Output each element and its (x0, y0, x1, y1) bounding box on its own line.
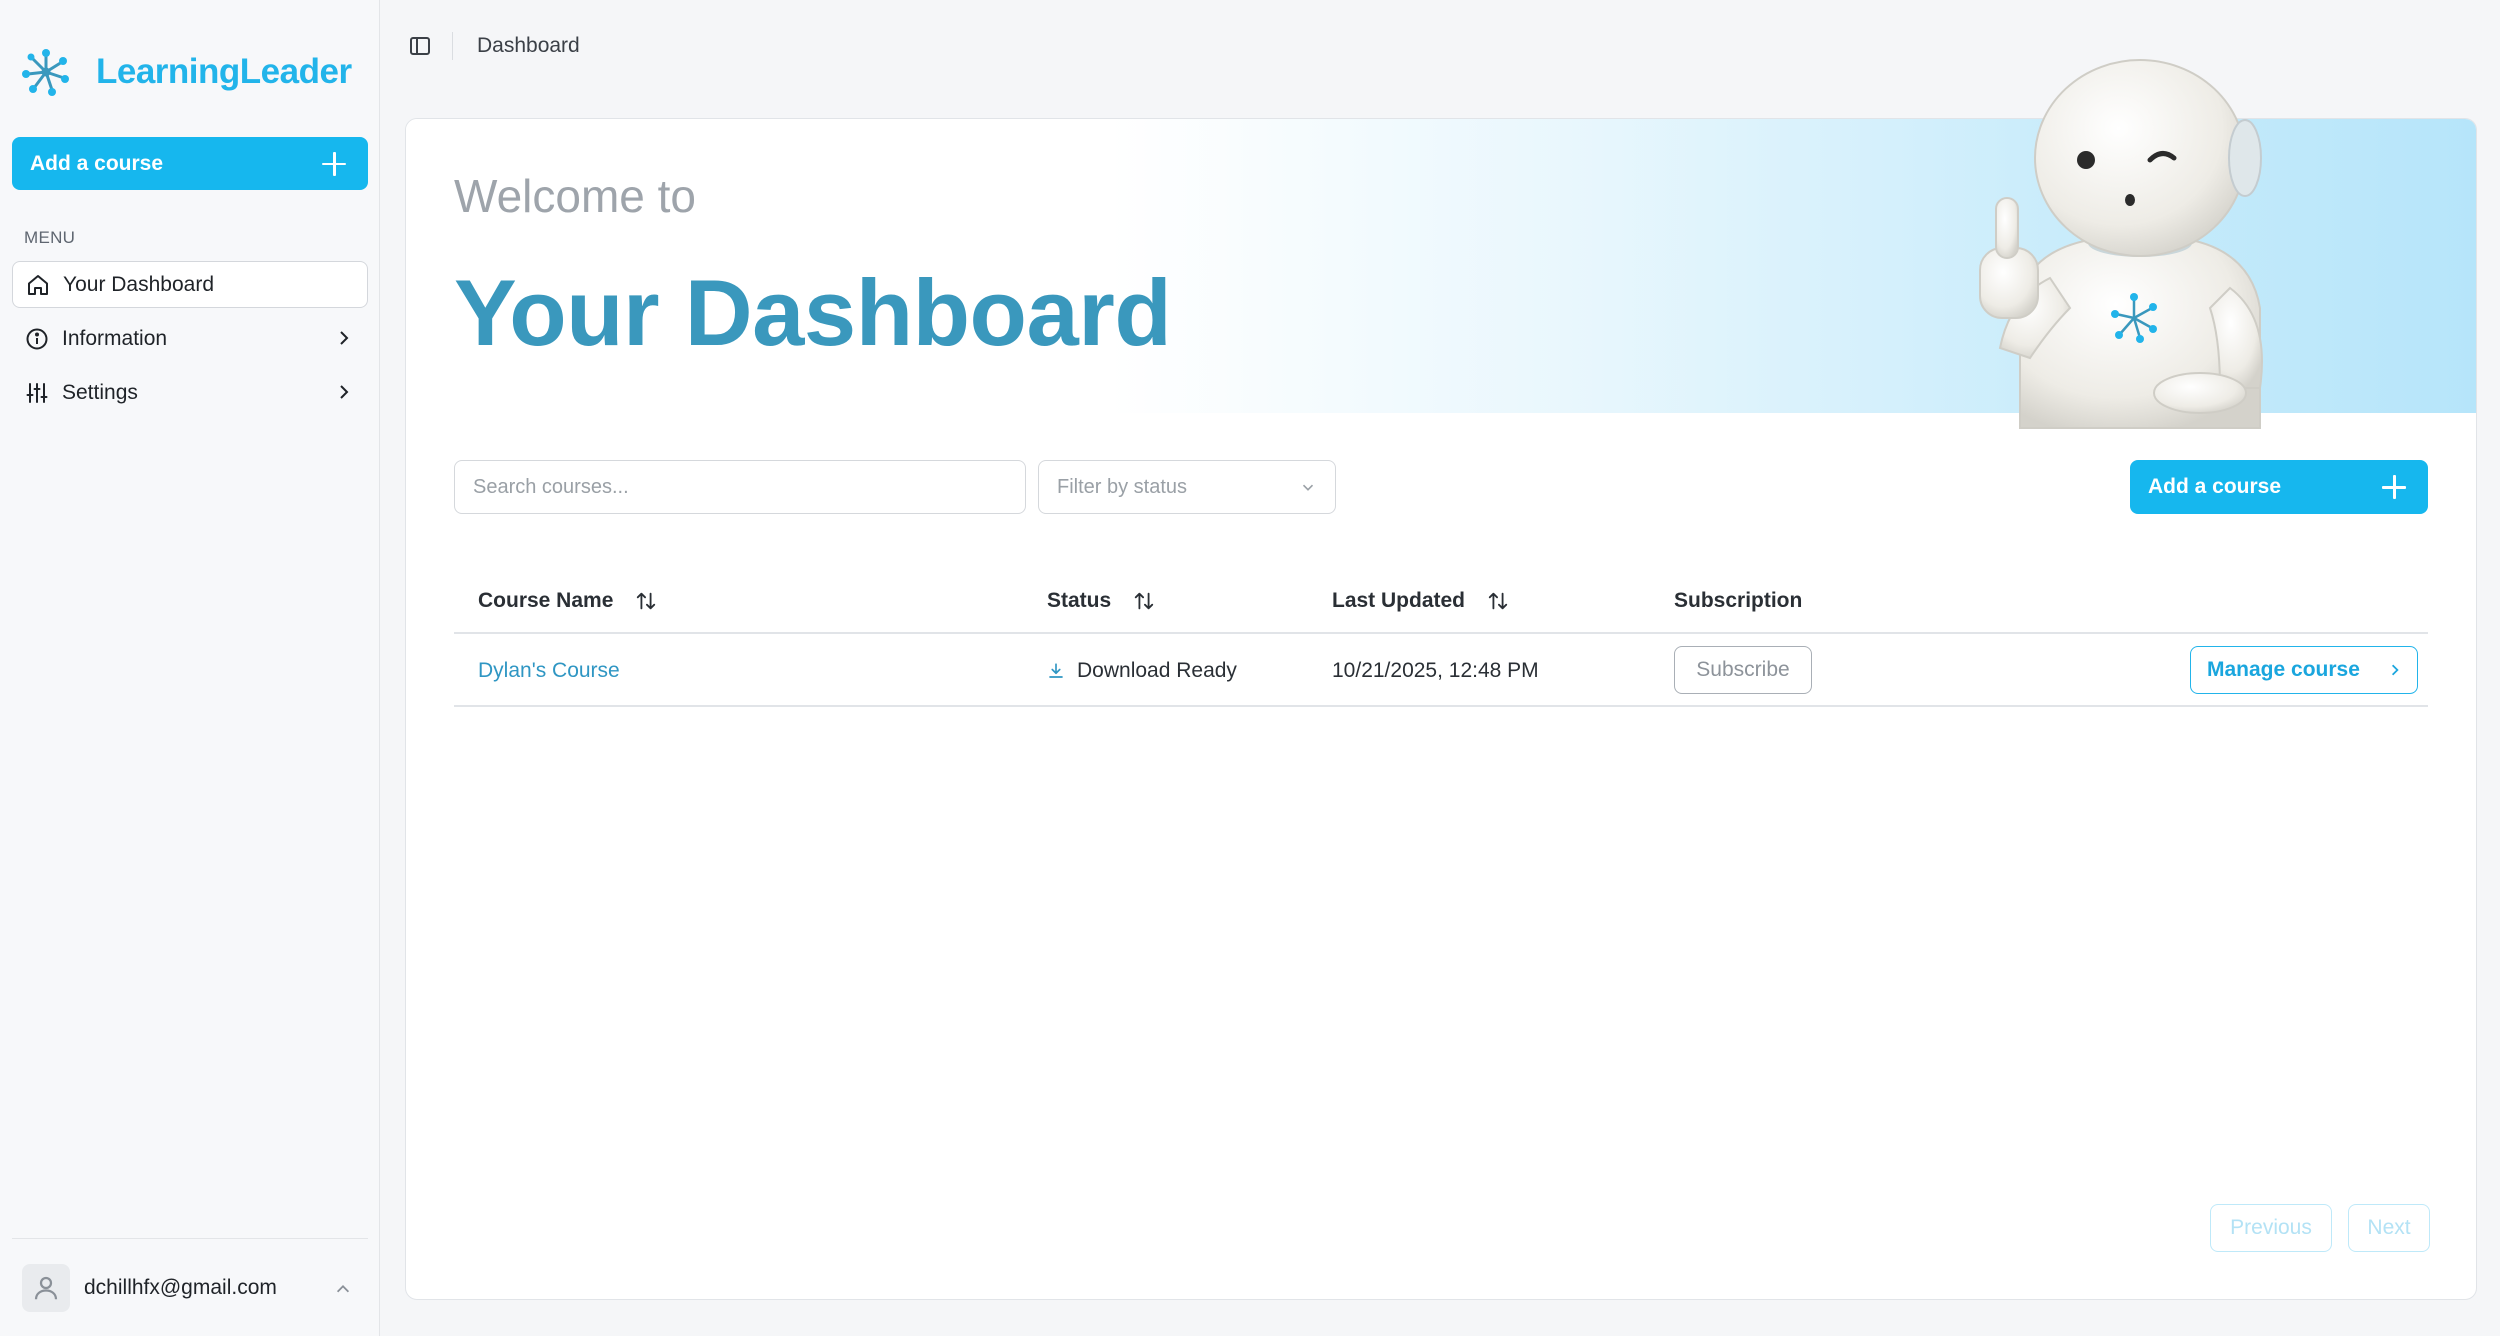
home-icon (25, 272, 51, 298)
course-name-link[interactable]: Dylan's Course (478, 656, 620, 686)
sidebar-item-dashboard[interactable]: Your Dashboard (12, 261, 368, 308)
info-icon (24, 326, 50, 352)
robot-mascot-image (1979, 59, 2263, 429)
chevron-right-icon (340, 331, 349, 345)
chevron-right-icon (2391, 664, 2399, 676)
sort-icon (1135, 592, 1154, 610)
plus-icon (322, 151, 346, 176)
sidebar-item-settings[interactable]: Settings (12, 369, 368, 416)
topbar-separator (452, 32, 453, 60)
column-header-status[interactable]: Status (1047, 589, 1155, 613)
sidebar-item-label: Your Dashboard (63, 272, 214, 296)
menu-heading: MENU (24, 228, 76, 247)
last-updated-cell: 10/21/2025, 12:48 PM (1332, 659, 1539, 682)
app: LearningLeader Add a course MENU Your Da… (0, 0, 2500, 1336)
previous-page-button[interactable]: Previous (2210, 1204, 2332, 1252)
sidebar-divider (12, 1238, 368, 1239)
sidebar-item-label: Information (62, 326, 168, 350)
plus-icon (2382, 475, 2406, 499)
logo-mark-icon (22, 49, 69, 96)
column-label: Status (1047, 589, 1112, 612)
sidebar: LearningLeader Add a course MENU Your Da… (0, 0, 380, 1336)
chevron-up-icon (336, 1285, 350, 1293)
column-header-subscription: Subscription (1674, 589, 1802, 613)
chevron-right-icon (340, 385, 349, 399)
brand-name: LearningLeader (96, 52, 352, 91)
page-title: Your Dashboard (454, 260, 1172, 365)
column-label: Course Name (478, 589, 614, 612)
manage-course-button[interactable]: Manage course (2190, 646, 2418, 694)
search-input[interactable] (454, 460, 1026, 514)
user-menu[interactable]: dchillhfx@gmail.com (22, 1264, 362, 1312)
filter-placeholder: Filter by status (1057, 475, 1188, 498)
add-course-label: Add a course (2148, 475, 2282, 498)
chevron-down-icon (1302, 484, 1314, 491)
hero-welcome: Welcome to (454, 170, 697, 222)
sliders-icon (24, 380, 50, 406)
sort-icon (1488, 592, 1508, 610)
column-header-course-name[interactable]: Course Name (478, 589, 657, 613)
table-row-divider (454, 705, 2428, 707)
next-page-button[interactable]: Next (2348, 1204, 2430, 1252)
status-label: Download Ready (1077, 659, 1237, 682)
table-header-divider (454, 632, 2428, 634)
user-email: dchillhfx@gmail.com (84, 1276, 277, 1299)
sidebar-toggle-button[interactable] (408, 34, 432, 58)
sidebar-item-label: Settings (62, 380, 138, 404)
sidebar-item-information[interactable]: Information (12, 315, 368, 362)
status-cell: Download Ready (1047, 656, 1237, 686)
sort-icon (637, 592, 656, 610)
subscribe-button[interactable]: Subscribe (1674, 646, 1812, 694)
column-label: Last Updated (1332, 589, 1466, 612)
sidebar-add-course-button[interactable]: Add a course (12, 137, 368, 190)
add-course-button[interactable]: Add a course (2130, 460, 2428, 514)
avatar (22, 1264, 70, 1312)
column-header-last-updated[interactable]: Last Updated (1332, 589, 1509, 613)
user-icon (34, 1276, 58, 1300)
column-label: Subscription (1674, 589, 1803, 612)
manage-course-label: Manage course (2207, 658, 2360, 681)
sidebar-add-course-label: Add a course (30, 151, 164, 175)
status-filter-select[interactable]: Filter by status (1038, 460, 1336, 514)
brand-logo[interactable]: LearningLeader (20, 42, 352, 102)
breadcrumb: Dashboard (477, 34, 580, 57)
sidebar-toggle-icon (410, 37, 430, 55)
download-icon (1049, 663, 1063, 678)
